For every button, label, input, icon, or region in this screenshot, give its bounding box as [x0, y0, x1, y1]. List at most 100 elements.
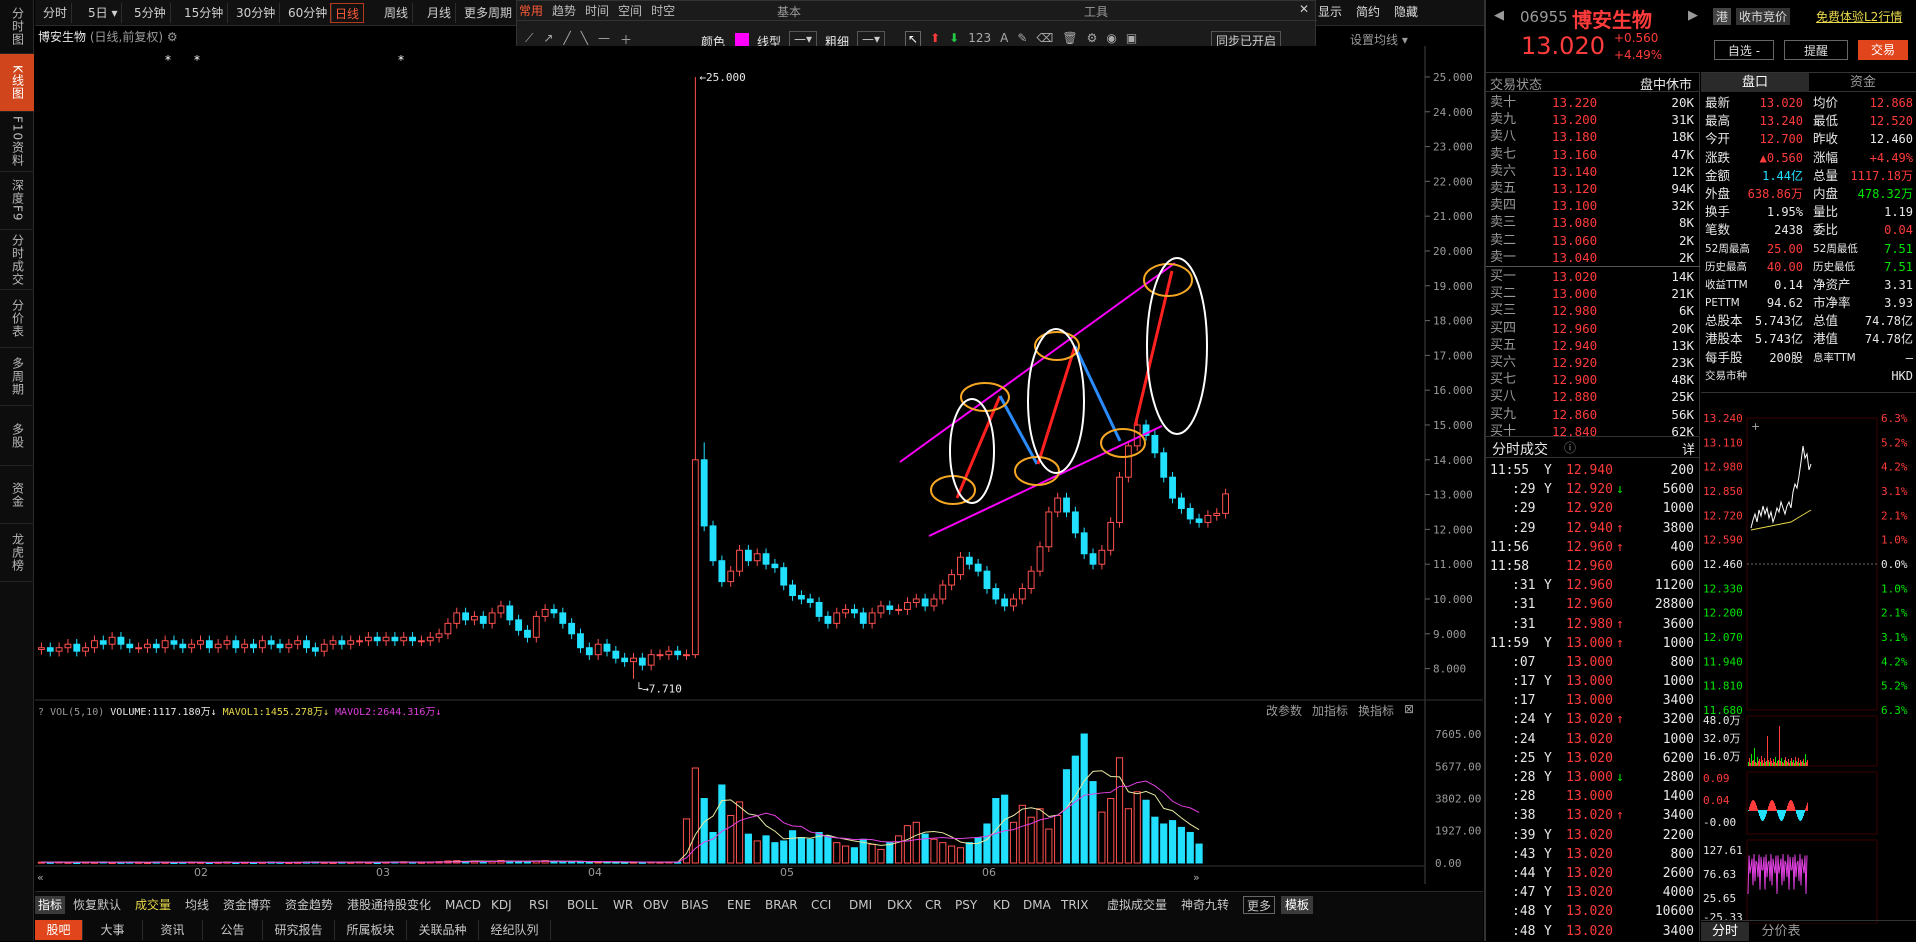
asks-row[interactable]: 卖二 13.060 2K [1486, 232, 1700, 249]
bids-row[interactable]: 买二 13.000 21K [1486, 285, 1700, 302]
close-icon[interactable]: ✕ [1299, 2, 1309, 16]
period-tab-6[interactable]: 60分钟 [284, 3, 333, 23]
pointer-icon[interactable]: ↖ [905, 31, 922, 47]
left-nav-item-10[interactable]: 龙虎榜 [0, 524, 34, 582]
left-nav-item-2[interactable]: K线图 [0, 54, 34, 112]
down-arrow-icon[interactable]: ⬇ [949, 31, 959, 47]
tab-intraday[interactable]: 分时 [1701, 922, 1749, 941]
left-nav-item-3[interactable]: F10资料 [0, 112, 34, 172]
bids-row[interactable]: 买五 12.940 13K [1486, 337, 1700, 354]
close-icon[interactable]: ⊠ [1404, 702, 1414, 719]
display-button[interactable]: 显示 [1318, 3, 1342, 20]
tab-pankou[interactable]: 盘口 [1701, 73, 1809, 92]
draw-tab-5[interactable]: 时空 [651, 4, 675, 18]
edit-params-button[interactable]: 改参数 [1266, 702, 1302, 719]
tab-price-table[interactable]: 分价表 [1753, 922, 1809, 941]
indicator-tab-25[interactable]: 虚拟成交量 [1107, 896, 1167, 914]
left-nav-item-1[interactable]: 分时图 [0, 0, 34, 54]
bids-row[interactable]: 买六 12.920 23K [1486, 354, 1700, 371]
indicator-tab-23[interactable]: DMA [1023, 896, 1051, 914]
period-tab-5[interactable]: 30分钟 [232, 3, 281, 23]
period-tab-10[interactable]: 更多周期 [460, 3, 518, 23]
left-nav-item-7[interactable]: 多周期 [0, 348, 34, 406]
next-stock-icon[interactable]: ▶ [1688, 8, 1698, 23]
indicator-tab-22[interactable]: KD [993, 896, 1010, 914]
indicator-tab-13[interactable]: OBV [643, 896, 669, 914]
trash-icon[interactable]: 🗑 [1062, 31, 1077, 47]
up-arrow-icon[interactable]: ⬆ [930, 31, 940, 47]
asks-row[interactable]: 卖六 13.140 12K [1486, 163, 1700, 180]
draw-tab-2[interactable]: 趋势 [552, 4, 576, 18]
asks-row[interactable]: 卖八 13.180 18K [1486, 128, 1700, 145]
lock-icon[interactable]: ▣ [1126, 31, 1137, 47]
draw-tab-1[interactable]: 常用 [519, 4, 543, 18]
indicator-tab-19[interactable]: DKX [887, 896, 912, 914]
left-nav-item-4[interactable]: 深度F9 [0, 172, 34, 230]
bids-row[interactable]: 买七 12.900 48K [1486, 371, 1700, 388]
news-tab-4[interactable]: 公告 [203, 920, 263, 940]
alert-button[interactable]: 提醒 [1784, 40, 1848, 60]
left-nav-item-6[interactable]: 分价表 [0, 290, 34, 348]
swap-indicator-button[interactable]: 换指标 [1358, 702, 1394, 719]
color-swatch[interactable] [735, 33, 749, 47]
info-icon[interactable]: ⓘ [1564, 439, 1576, 456]
bids-row[interactable]: 买三 12.980 6K [1486, 302, 1700, 319]
news-tab-5[interactable]: 研究报告 [263, 920, 335, 940]
indicator-tab-26[interactable]: 神奇九转 [1181, 896, 1229, 914]
period-tab-4[interactable]: 15分钟 [180, 3, 229, 23]
indicator-tab-21[interactable]: PSY [955, 896, 977, 914]
left-nav-item-5[interactable]: 分时成交 [0, 230, 34, 290]
marker-icon[interactable]: ✎ [1017, 31, 1027, 47]
period-tab-1[interactable]: 分时 [39, 3, 73, 23]
intraday-mini-chart[interactable]: 13.240 6.3% 13.110 5.2% 12.980 4.2% 12.850 3.1%… [1701, 394, 1916, 924]
indicator-tab-16[interactable]: BRAR [765, 896, 798, 914]
kline-chart[interactable]: 25.000 24.000 23.000 22.000 21.000 20.000 19.0… [35, 46, 1483, 886]
indicator-tab-28[interactable]: 模板 [1281, 896, 1314, 914]
asks-row[interactable]: 卖五 13.120 94K [1486, 180, 1700, 197]
period-tab-7[interactable]: 日线 [330, 3, 365, 23]
bids-row[interactable]: 买一 13.020 14K [1486, 268, 1700, 285]
news-tab-6[interactable]: 所属板块 [335, 920, 407, 940]
news-tab-1[interactable]: 股吧 [35, 920, 83, 940]
text-icon[interactable]: A [1000, 31, 1008, 47]
indicator-tab-24[interactable]: TRIX [1061, 896, 1088, 914]
bids-row[interactable]: 买八 12.880 25K [1486, 388, 1700, 405]
hide-button[interactable]: 隐藏 [1394, 3, 1418, 20]
period-tab-8[interactable]: 周线 [380, 3, 414, 23]
indicator-tab-14[interactable]: BIAS [681, 896, 709, 914]
asks-row[interactable]: 卖十 13.220 20K [1486, 94, 1700, 111]
tab-funds[interactable]: 资金 [1809, 73, 1916, 92]
eye-icon[interactable]: ◉ [1106, 31, 1116, 47]
watchlist-button[interactable]: 自选 - [1714, 40, 1774, 60]
bids-row[interactable]: 买九 12.860 56K [1486, 406, 1700, 423]
draw-tab-4[interactable]: 空间 [618, 4, 642, 18]
simple-button[interactable]: 简约 [1356, 3, 1380, 20]
indicator-tab-15[interactable]: ENE [727, 896, 751, 914]
bids-row[interactable]: 买四 12.960 20K [1486, 320, 1700, 337]
asks-row[interactable]: 卖七 13.160 47K [1486, 146, 1700, 163]
indicator-tab-27[interactable]: 更多 [1243, 896, 1276, 914]
l2-link[interactable]: 免费体验L2行情 [1816, 8, 1902, 25]
asks-row[interactable]: 卖一 13.040 2K [1486, 249, 1700, 266]
indicator-tab-20[interactable]: CR [925, 896, 942, 914]
draw-tab-3[interactable]: 时间 [585, 4, 609, 18]
asks-row[interactable]: 卖四 13.100 32K [1486, 197, 1700, 214]
ticks-detail-button[interactable]: 详 [1682, 439, 1695, 458]
asks-row[interactable]: 卖九 13.200 31K [1486, 111, 1700, 128]
news-tab-8[interactable]: 经纪队列 [479, 920, 551, 940]
help-icon[interactable]: ? [38, 707, 44, 718]
gear-icon[interactable]: ⚙ [167, 30, 178, 44]
period-tab-2[interactable]: 5日 ▾ [84, 3, 123, 23]
news-tab-3[interactable]: 资讯 [143, 920, 203, 940]
number-icon[interactable]: 123 [968, 31, 991, 47]
period-tab-9[interactable]: 月线 [423, 3, 457, 23]
gear-icon[interactable]: ⚙ [1087, 31, 1098, 47]
indicator-tab-17[interactable]: CCI [811, 896, 831, 914]
indicator-tab-18[interactable]: DMI [849, 896, 872, 914]
trade-button[interactable]: 交易 [1858, 40, 1908, 60]
eraser-icon[interactable]: ⌫ [1036, 31, 1053, 47]
prev-stock-icon[interactable]: ◀ [1494, 8, 1504, 23]
left-nav-item-9[interactable]: 资金 [0, 466, 34, 524]
left-nav-item-8[interactable]: 多股 [0, 406, 34, 466]
asks-row[interactable]: 卖三 13.080 8K [1486, 214, 1700, 231]
